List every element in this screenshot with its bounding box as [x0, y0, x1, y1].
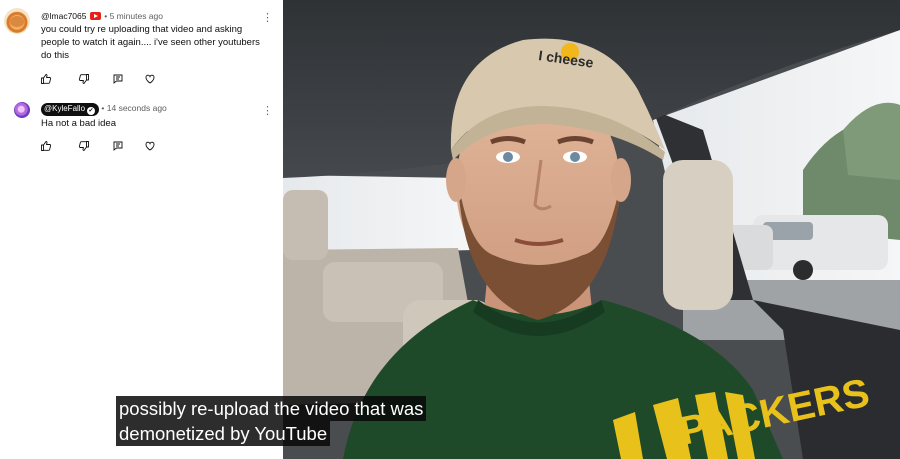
avatar[interactable]	[14, 102, 30, 118]
comment-meta: @lmac7065 • 5 minutes ago	[41, 11, 163, 21]
caption-line: demonetized by YouTube	[116, 421, 331, 446]
closed-captions: possibly re-upload the video that was de…	[116, 396, 427, 446]
right-iris	[570, 152, 580, 162]
reply-icon[interactable]	[112, 73, 124, 85]
more-vert-icon[interactable]: ⋮	[262, 12, 273, 24]
reply-icon[interactable]	[112, 140, 124, 152]
caption-line: possibly re-upload the video that was	[116, 396, 427, 421]
comment-text: you could try re uploading that video an…	[41, 24, 260, 61]
front-seat	[663, 160, 733, 310]
heart-icon[interactable]	[144, 73, 156, 85]
comment-meta: @KyleFallo ✔ • 14 seconds ago	[41, 103, 167, 116]
avatar[interactable]	[4, 8, 30, 34]
comment-author[interactable]: @lmac7065	[41, 11, 86, 21]
comment-time[interactable]: 14 seconds ago	[107, 103, 167, 113]
comments-panel: @lmac7065 • 5 minutes ago you could try …	[0, 0, 283, 459]
more-vert-icon[interactable]: ⋮	[262, 105, 273, 117]
separator-dot: •	[101, 103, 105, 113]
comment-text: Ha not a bad idea	[41, 118, 117, 129]
parked-car-wheel	[793, 260, 813, 280]
verified-check-icon: ✔	[87, 107, 96, 115]
video-frame: PACKERS I cheese	[283, 0, 900, 459]
headrest	[283, 190, 328, 260]
creator-author-chip[interactable]: @KyleFallo ✔	[41, 103, 100, 116]
comment-time[interactable]: 5 minutes ago	[110, 11, 163, 21]
ear	[446, 158, 466, 202]
thumbs-up-icon[interactable]	[40, 73, 52, 85]
thumbs-down-icon[interactable]	[78, 73, 90, 85]
ear	[611, 158, 631, 202]
left-iris	[503, 152, 513, 162]
youtube-member-badge-icon	[89, 12, 101, 20]
comment-author: @KyleFallo	[44, 104, 86, 113]
thumbs-up-icon[interactable]	[40, 140, 52, 152]
video-player[interactable]: PACKERS I cheese	[283, 0, 900, 459]
separator-dot: •	[104, 11, 108, 21]
heart-icon[interactable]	[144, 140, 156, 152]
thumbs-down-icon[interactable]	[78, 140, 90, 152]
